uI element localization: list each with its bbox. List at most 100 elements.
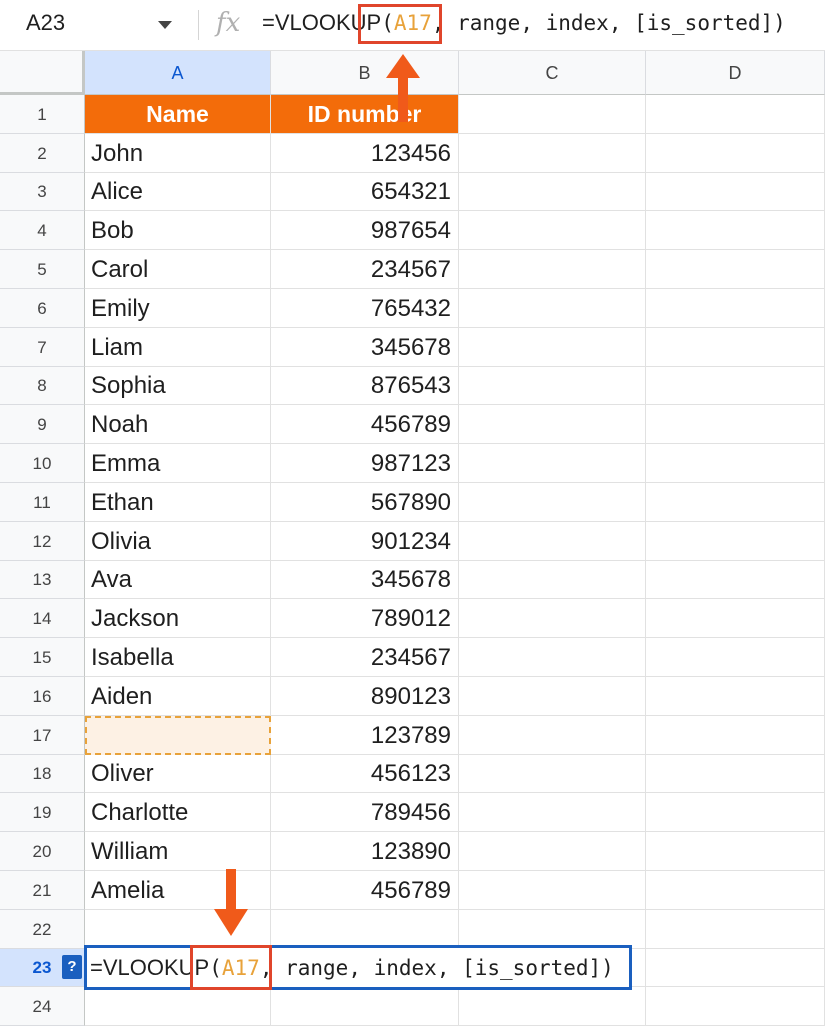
name-cell[interactable]: Noah [85, 405, 271, 444]
empty-cell[interactable] [459, 522, 646, 561]
name-cell[interactable]: Emma [85, 444, 271, 483]
name-cell[interactable]: Oliver [85, 755, 271, 793]
empty-cell[interactable] [459, 95, 646, 134]
row-header-9[interactable]: 9 [0, 405, 85, 444]
empty-cell[interactable] [459, 561, 646, 599]
row-header-12[interactable]: 12 [0, 522, 85, 561]
select-all-corner[interactable] [0, 51, 85, 95]
name-cell[interactable]: Sophia [85, 367, 271, 405]
id-cell[interactable]: 890123 [271, 677, 459, 716]
name-cell[interactable]: Alice [85, 173, 271, 211]
empty-cell[interactable] [646, 483, 825, 522]
id-cell[interactable]: 123890 [271, 832, 459, 871]
empty-cell[interactable] [646, 328, 825, 367]
row-header-10[interactable]: 10 [0, 444, 85, 483]
empty-cell[interactable] [459, 677, 646, 716]
empty-cell[interactable] [271, 987, 459, 1026]
name-cell[interactable]: Ava [85, 561, 271, 599]
empty-cell[interactable] [459, 638, 646, 677]
empty-cell[interactable] [646, 405, 825, 444]
empty-cell[interactable] [646, 987, 825, 1026]
row-header-14[interactable]: 14 [0, 599, 85, 638]
row-header-19[interactable]: 19 [0, 793, 85, 832]
formula-input[interactable]: =VLOOKUP(A17, range, index, [is_sorted]) [262, 10, 786, 36]
id-cell[interactable]: 765432 [271, 289, 459, 328]
empty-cell[interactable] [459, 211, 646, 250]
row-header-8[interactable]: 8 [0, 367, 85, 405]
name-cell[interactable]: Carol [85, 250, 271, 289]
id-cell[interactable]: 345678 [271, 328, 459, 367]
id-cell[interactable]: 234567 [271, 250, 459, 289]
empty-cell[interactable] [85, 987, 271, 1026]
row-header-7[interactable]: 7 [0, 328, 85, 367]
empty-cell[interactable] [459, 716, 646, 755]
empty-cell[interactable] [646, 832, 825, 871]
name-cell[interactable]: Bob [85, 211, 271, 250]
empty-cell[interactable] [459, 793, 646, 832]
row-header-22[interactable]: 22 [0, 910, 85, 949]
row-header-1[interactable]: 1 [0, 95, 85, 134]
id-cell[interactable]: 654321 [271, 173, 459, 211]
row-header-18[interactable]: 18 [0, 755, 85, 793]
empty-cell[interactable] [646, 677, 825, 716]
name-cell[interactable]: Isabella [85, 638, 271, 677]
column-header-d[interactable]: D [646, 51, 825, 95]
empty-cell[interactable] [459, 134, 646, 173]
empty-cell[interactable] [646, 599, 825, 638]
name-cell[interactable]: Amelia [85, 871, 271, 910]
empty-cell[interactable] [646, 173, 825, 211]
id-cell[interactable]: 123789 [271, 716, 459, 755]
empty-cell[interactable] [646, 95, 825, 134]
id-cell[interactable]: 456789 [271, 871, 459, 910]
empty-cell[interactable] [459, 328, 646, 367]
empty-cell[interactable] [459, 289, 646, 328]
name-cell[interactable]: Ethan [85, 483, 271, 522]
name-box-dropdown-icon[interactable] [158, 21, 172, 29]
row-header-11[interactable]: 11 [0, 483, 85, 522]
row-header-24[interactable]: 24 [0, 987, 85, 1026]
id-cell[interactable]: 876543 [271, 367, 459, 405]
id-cell[interactable]: 123456 [271, 134, 459, 173]
row-header-17[interactable]: 17 [0, 716, 85, 755]
empty-cell[interactable] [459, 599, 646, 638]
id-cell[interactable]: 345678 [271, 561, 459, 599]
empty-cell[interactable] [459, 444, 646, 483]
id-cell[interactable]: 987123 [271, 444, 459, 483]
name-cell[interactable]: Olivia [85, 522, 271, 561]
column-header-c[interactable]: C [459, 51, 646, 95]
empty-cell[interactable] [646, 289, 825, 328]
row-header-16[interactable]: 16 [0, 677, 85, 716]
empty-cell[interactable] [459, 910, 646, 949]
empty-cell[interactable] [646, 755, 825, 793]
name-cell[interactable]: William [85, 832, 271, 871]
empty-cell[interactable] [646, 522, 825, 561]
empty-cell[interactable] [646, 367, 825, 405]
formula-help-icon[interactable]: ? [62, 955, 82, 979]
name-cell[interactable]: Aiden [85, 677, 271, 716]
id-cell[interactable]: 901234 [271, 522, 459, 561]
row-header-4[interactable]: 4 [0, 211, 85, 250]
name-cell[interactable]: Jackson [85, 599, 271, 638]
id-cell[interactable]: 456789 [271, 405, 459, 444]
empty-cell[interactable] [646, 871, 825, 910]
name-cell[interactable]: John [85, 134, 271, 173]
empty-cell[interactable] [271, 910, 459, 949]
table-header-cell[interactable]: ID number [271, 95, 459, 134]
empty-cell[interactable] [646, 910, 825, 949]
column-header-a[interactable]: A [85, 51, 271, 95]
empty-cell[interactable] [646, 444, 825, 483]
empty-cell[interactable] [459, 367, 646, 405]
row-header-15[interactable]: 15 [0, 638, 85, 677]
empty-cell[interactable] [646, 250, 825, 289]
empty-cell[interactable] [646, 716, 825, 755]
empty-cell[interactable] [459, 755, 646, 793]
empty-cell[interactable] [646, 638, 825, 677]
name-cell[interactable]: Emily [85, 289, 271, 328]
name-cell[interactable]: Charlotte [85, 793, 271, 832]
name-box[interactable]: A23 [26, 10, 65, 36]
id-cell[interactable]: 789456 [271, 793, 459, 832]
row-header-3[interactable]: 3 [0, 173, 85, 211]
row-header-2[interactable]: 2 [0, 134, 85, 173]
empty-cell[interactable] [646, 949, 825, 987]
id-cell[interactable]: 234567 [271, 638, 459, 677]
